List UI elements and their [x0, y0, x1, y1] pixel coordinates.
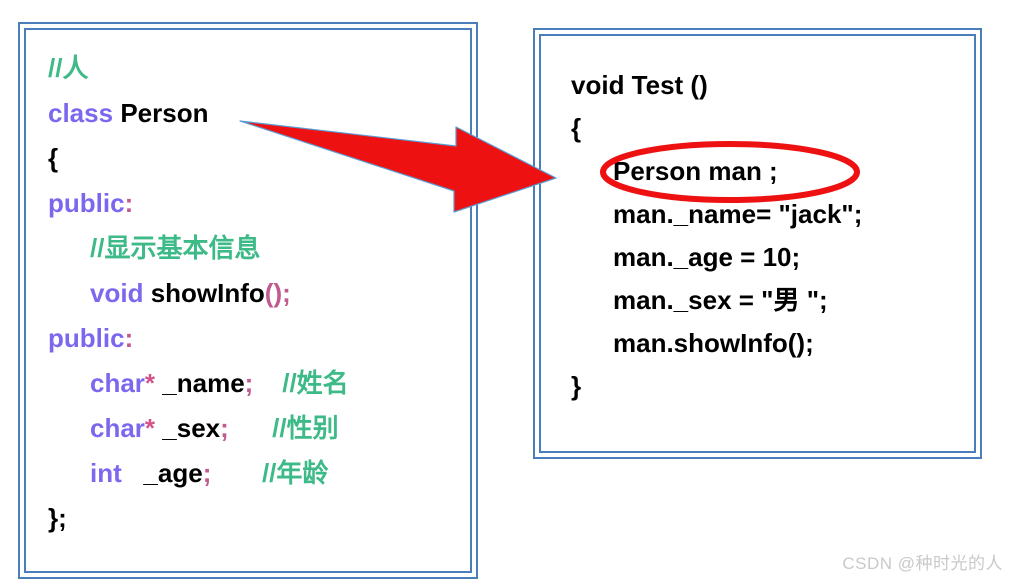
code-token: { — [48, 143, 59, 173]
code-line: man._sex = "男 "; — [571, 279, 862, 322]
code-line: void showInfo(); — [48, 271, 349, 316]
code-line: public: — [48, 181, 349, 226]
code-token: _age — [121, 458, 203, 488]
code-token: int — [90, 458, 122, 488]
code-token: //年龄 — [261, 458, 329, 488]
code-line: Person man ; — [571, 150, 862, 193]
code-token: ; — [220, 413, 229, 443]
code-line: { — [571, 107, 862, 150]
code-token: public — [48, 323, 125, 353]
diagram-canvas: //人 class Person { public: //显示基本信息 void show… — [0, 0, 1017, 586]
class-definition-panel: //人 class Person { public: //显示基本信息 void show… — [18, 22, 478, 579]
code-token: _name — [155, 368, 245, 398]
code-line: public: — [48, 316, 349, 361]
code-token: man._age = 10; — [613, 242, 801, 272]
code-token: void — [90, 278, 144, 308]
code-token: man.showInfo(); — [613, 328, 814, 358]
code-token: { — [571, 113, 582, 143]
class-definition-panel-inner: //人 class Person { public: //显示基本信息 void show… — [24, 28, 472, 573]
code-token: : — [124, 323, 134, 353]
code-token: //人 — [48, 53, 89, 83]
class-definition-code: //人 class Person { public: //显示基本信息 void show… — [26, 30, 371, 557]
code-token: char — [90, 368, 145, 398]
code-line: man._age = 10; — [571, 236, 862, 279]
code-token: void Test () — [571, 70, 708, 100]
code-token: man._name= "jack"; — [613, 199, 863, 229]
code-line: man.showInfo(); — [571, 322, 862, 365]
code-line: class Person — [48, 91, 349, 136]
code-token: class — [48, 98, 114, 128]
code-token: (); — [264, 278, 291, 308]
code-token: public — [48, 188, 125, 218]
code-line: }; — [48, 496, 349, 541]
code-token: Person — [120, 98, 209, 128]
test-function-code: void Test () { Person man ; man._name= "jac… — [541, 36, 892, 436]
code-token: //显示基本信息 — [90, 233, 261, 263]
code-line: { — [48, 136, 349, 181]
code-line: char* _name; //姓名 — [48, 361, 349, 406]
code-token: * — [144, 413, 156, 443]
csdn-watermark: CSDN @种时光的人 — [842, 554, 1003, 573]
code-line: void Test () — [571, 64, 862, 107]
code-line: //人 — [48, 46, 349, 91]
code-token: man._sex = "男 "; — [613, 285, 828, 315]
code-line: int _age; //年龄 — [48, 451, 349, 496]
code-token: }; — [48, 503, 67, 533]
test-function-panel-inner: void Test () { Person man ; man._name= "jac… — [539, 34, 976, 453]
code-line: man._name= "jack"; — [571, 193, 862, 236]
code-line: char* _sex; //性别 — [48, 406, 349, 451]
code-token: * — [144, 368, 156, 398]
code-token: : — [124, 188, 134, 218]
code-token: //性别 — [272, 413, 339, 443]
code-token: _sex — [155, 413, 221, 443]
code-line: //显示基本信息 — [48, 226, 349, 271]
code-token: Person man ; — [613, 156, 778, 186]
code-token: char — [90, 413, 145, 443]
code-token: showInfo — [150, 278, 265, 308]
code-token: } — [571, 371, 582, 401]
code-line: } — [571, 365, 862, 408]
code-token: //姓名 — [282, 368, 349, 398]
test-function-panel: void Test () { Person man ; man._name= "jac… — [533, 28, 982, 459]
